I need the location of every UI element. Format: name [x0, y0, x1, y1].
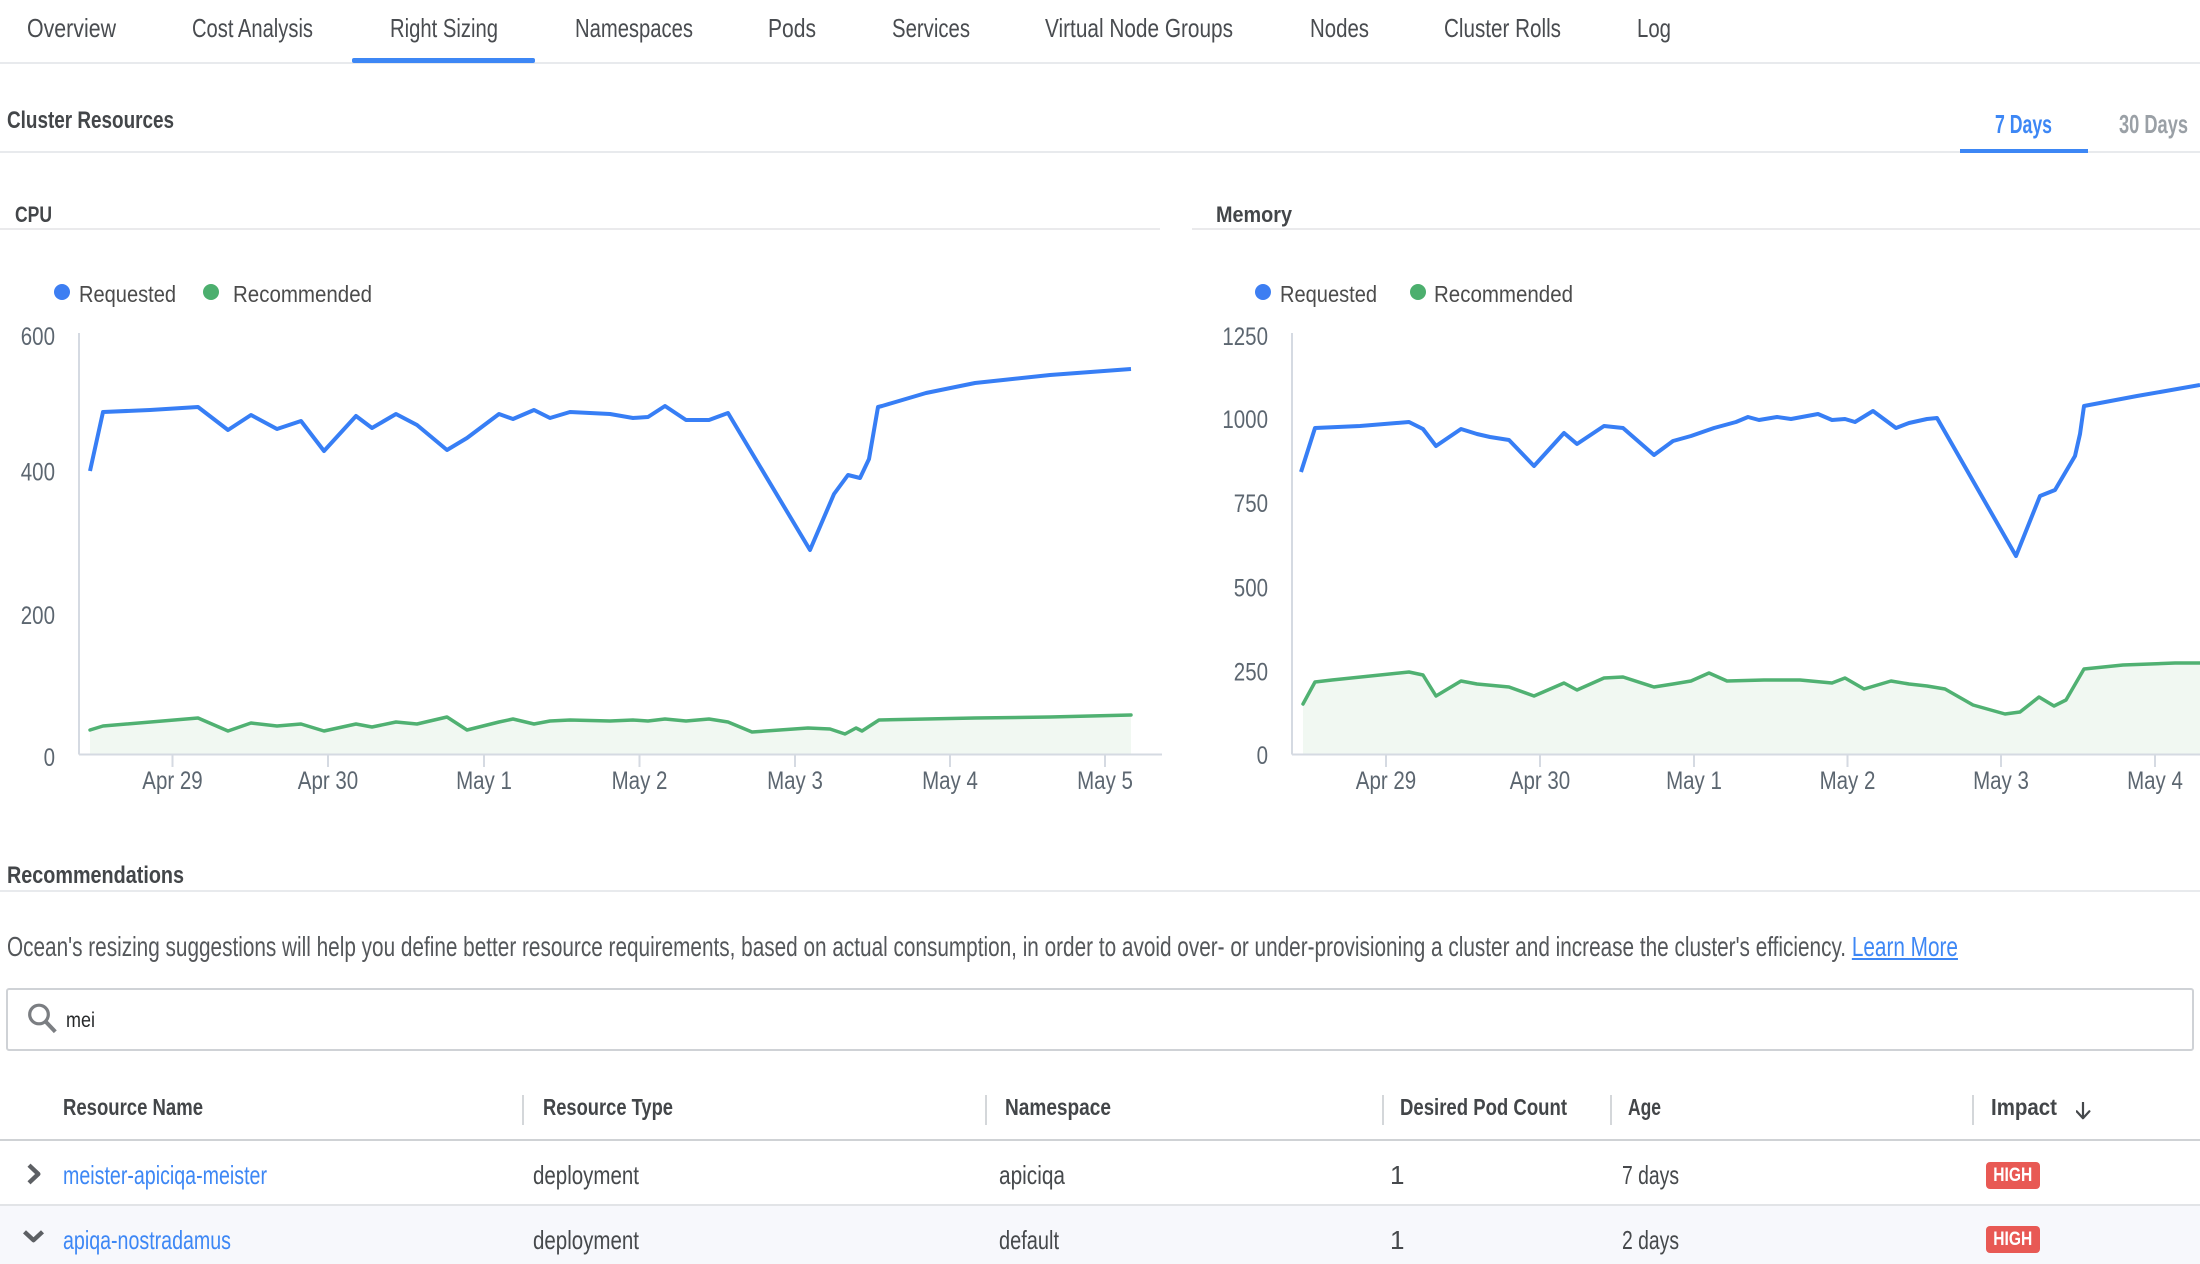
svg-text:0: 0 — [1257, 741, 1268, 769]
svg-text:1250: 1250 — [1222, 322, 1268, 350]
svg-text:Apr 29: Apr 29 — [142, 766, 202, 794]
svg-text:May 5: May 5 — [1077, 766, 1133, 794]
svg-text:200: 200 — [21, 601, 55, 629]
svg-text:250: 250 — [1234, 658, 1268, 686]
svg-text:May 1: May 1 — [1666, 766, 1722, 794]
svg-text:600: 600 — [21, 322, 55, 350]
svg-text:750: 750 — [1234, 489, 1268, 517]
svg-text:Apr 29: Apr 29 — [1356, 766, 1416, 794]
svg-text:May 4: May 4 — [922, 766, 978, 794]
svg-text:Apr 30: Apr 30 — [1510, 766, 1570, 794]
svg-text:May 3: May 3 — [767, 766, 823, 794]
svg-text:400: 400 — [21, 458, 55, 486]
svg-text:May 1: May 1 — [456, 766, 512, 794]
svg-text:500: 500 — [1234, 574, 1268, 602]
svg-text:1000: 1000 — [1222, 405, 1268, 433]
svg-text:May 3: May 3 — [1973, 766, 2029, 794]
svg-text:May 2: May 2 — [1820, 766, 1876, 794]
svg-text:Apr 30: Apr 30 — [298, 766, 358, 794]
svg-text:May 2: May 2 — [612, 766, 668, 794]
svg-text:0: 0 — [44, 743, 55, 771]
svg-text:May 4: May 4 — [2127, 766, 2183, 794]
